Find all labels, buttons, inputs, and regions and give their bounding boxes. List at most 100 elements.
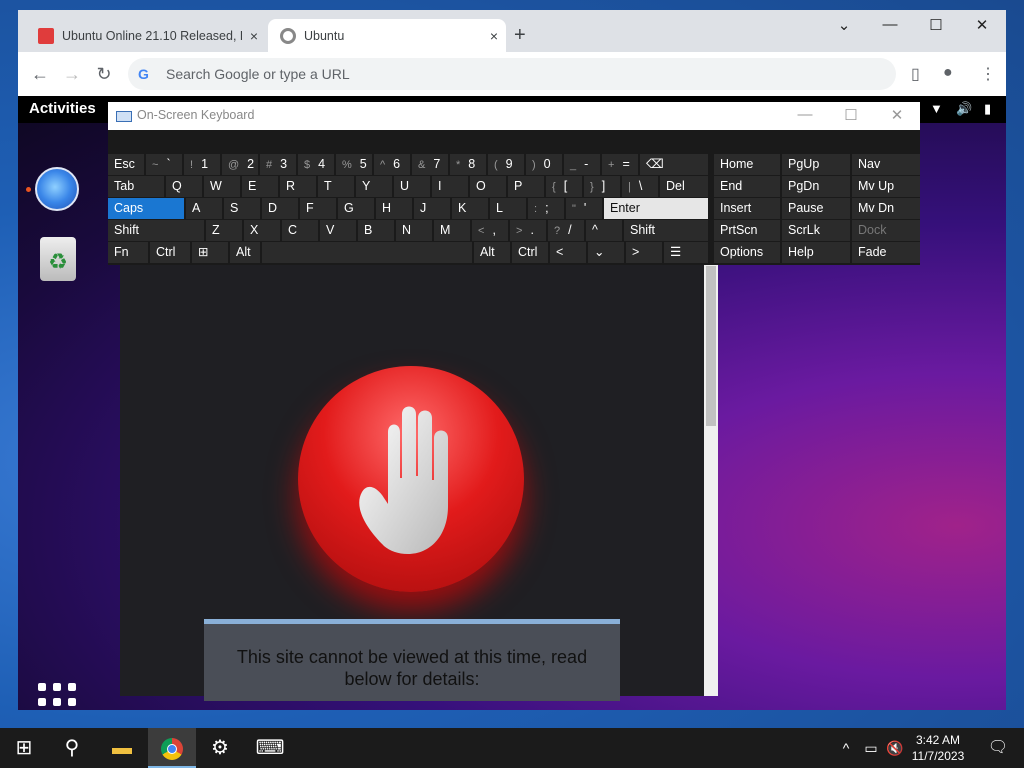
key-esc[interactable]: Esc <box>108 154 144 175</box>
key-i[interactable]: I <box>432 176 468 197</box>
key-symbol[interactable]: ~ ` <box>146 154 182 175</box>
key-8[interactable]: * 8 <box>450 154 486 175</box>
key-c[interactable]: C <box>282 220 318 241</box>
battery-icon[interactable]: ▮ <box>984 101 991 117</box>
key-symbol[interactable]: > <box>626 242 662 263</box>
key-3[interactable]: #3 <box>260 154 296 175</box>
key-4[interactable]: $4 <box>298 154 334 175</box>
key-help[interactable]: Help <box>782 242 850 263</box>
key-fade[interactable]: Fade <box>852 242 920 263</box>
key-9[interactable]: (9 <box>488 154 524 175</box>
key-prtscn[interactable]: PrtScn <box>714 220 780 241</box>
key-d[interactable]: D <box>262 198 298 219</box>
notifications-icon[interactable]: 🗨 <box>974 728 1022 768</box>
key-dock[interactable]: Dock <box>852 220 920 241</box>
key-x[interactable]: X <box>244 220 280 241</box>
key-f[interactable]: F <box>300 198 336 219</box>
key-ctrl[interactable]: Ctrl <box>150 242 190 263</box>
key-symbol[interactable]: ⌄ <box>588 242 624 263</box>
key-pgup[interactable]: PgUp <box>782 154 850 175</box>
key-t[interactable]: T <box>318 176 354 197</box>
key-symbol[interactable]: _ - <box>564 154 600 175</box>
key-w[interactable]: W <box>204 176 240 197</box>
key-home[interactable]: Home <box>714 154 780 175</box>
key-e[interactable]: E <box>242 176 278 197</box>
key-symbol[interactable]: ☰ <box>664 242 708 263</box>
address-bar[interactable]: G Search Google or type a URL <box>128 58 896 90</box>
key-symbol[interactable]: " ' <box>566 198 602 219</box>
key-symbol[interactable]: ⊞ <box>192 242 228 263</box>
new-tab-button[interactable]: + <box>514 24 526 47</box>
key-spacespace[interactable] <box>262 242 472 263</box>
osk-maximize-button[interactable]: ☐ <box>836 106 866 124</box>
network-icon[interactable]: ▭ <box>860 728 882 768</box>
key-end[interactable]: End <box>714 176 780 197</box>
key-options[interactable]: Options <box>714 242 780 263</box>
forward-icon[interactable]: → <box>60 64 84 85</box>
start-icon[interactable]: ⊞ <box>0 728 48 768</box>
settings-icon[interactable]: ⚙ <box>196 728 244 768</box>
tab-close-icon[interactable]: × <box>242 28 266 44</box>
key-symbol[interactable]: < <box>550 242 586 263</box>
key-0[interactable]: ) 0 <box>526 154 562 175</box>
key-1[interactable]: ! 1 <box>184 154 220 175</box>
key-symbol[interactable]: ⌫ <box>640 154 708 175</box>
osk-minimize-button[interactable]: — <box>790 106 820 123</box>
show-applications-icon[interactable] <box>38 683 80 710</box>
minimize-button[interactable]: — <box>872 16 908 33</box>
key-alt[interactable]: Alt <box>230 242 260 263</box>
key-j[interactable]: J <box>414 198 450 219</box>
tab-search-dropdown-icon[interactable]: ⌄ <box>826 16 862 34</box>
close-button[interactable]: ✕ <box>964 16 1000 34</box>
key-mv-up[interactable]: Mv Up <box>852 176 920 197</box>
key-a[interactable]: A <box>186 198 222 219</box>
key-mv-dn[interactable]: Mv Dn <box>852 198 920 219</box>
back-icon[interactable]: ← <box>28 64 52 85</box>
file-explorer-icon[interactable]: ▬ <box>98 728 146 768</box>
key-shift[interactable]: Shift <box>624 220 708 241</box>
key-y[interactable]: Y <box>356 176 392 197</box>
scrollbar-thumb[interactable] <box>706 266 716 426</box>
key-symbol[interactable]: ^ <box>586 220 622 241</box>
key-shift[interactable]: Shift <box>108 220 204 241</box>
tab-close-icon[interactable]: × <box>482 28 506 44</box>
show-hidden-icons-icon[interactable]: ^ <box>836 728 856 768</box>
wifi-icon[interactable]: ▼ <box>930 101 943 116</box>
key-ctrl[interactable]: Ctrl <box>512 242 548 263</box>
key-2[interactable]: @2 <box>222 154 258 175</box>
key-n[interactable]: N <box>396 220 432 241</box>
key-p[interactable]: P <box>508 176 544 197</box>
key-symbol[interactable]: <, <box>472 220 508 241</box>
key-7[interactable]: & 7 <box>412 154 448 175</box>
volume-icon[interactable]: 🔊 <box>956 101 972 117</box>
key-b[interactable]: B <box>358 220 394 241</box>
key-enter[interactable]: Enter <box>604 198 708 219</box>
osk-close-button[interactable]: ✕ <box>882 106 912 124</box>
key-l[interactable]: L <box>490 198 526 219</box>
key-del[interactable]: Del <box>660 176 708 197</box>
key-symbol[interactable]: | \ <box>622 176 658 197</box>
key-r[interactable]: R <box>280 176 316 197</box>
key-caps[interactable]: Caps <box>108 198 184 219</box>
menu-icon[interactable]: ⋮ <box>980 64 996 84</box>
activities-button[interactable]: Activities <box>29 100 96 117</box>
key-g[interactable]: G <box>338 198 374 219</box>
key-symbol[interactable]: ? / <box>548 220 584 241</box>
key-symbol[interactable]: }] <box>584 176 620 197</box>
key-v[interactable]: V <box>320 220 356 241</box>
key-u[interactable]: U <box>394 176 430 197</box>
volume-muted-icon[interactable]: 🔇 <box>884 728 906 768</box>
key-symbol[interactable]: {[ <box>546 176 582 197</box>
key-pgdn[interactable]: PgDn <box>782 176 850 197</box>
key-scrlk[interactable]: ScrLk <box>782 220 850 241</box>
key-nav[interactable]: Nav <box>852 154 920 175</box>
osk-taskbar-icon[interactable]: ⌨ <box>246 728 294 768</box>
key-tab[interactable]: Tab <box>108 176 164 197</box>
web-browser-icon[interactable] <box>35 167 79 211</box>
reload-icon[interactable]: ↻ <box>92 64 116 85</box>
key-5[interactable]: % 5 <box>336 154 372 175</box>
tab-ubuntu-online[interactable]: Ubuntu Online 21.10 Released, Le × <box>26 19 266 52</box>
key-k[interactable]: K <box>452 198 488 219</box>
key-symbol[interactable]: + = <box>602 154 638 175</box>
trash-icon[interactable]: ♻ <box>40 237 76 281</box>
